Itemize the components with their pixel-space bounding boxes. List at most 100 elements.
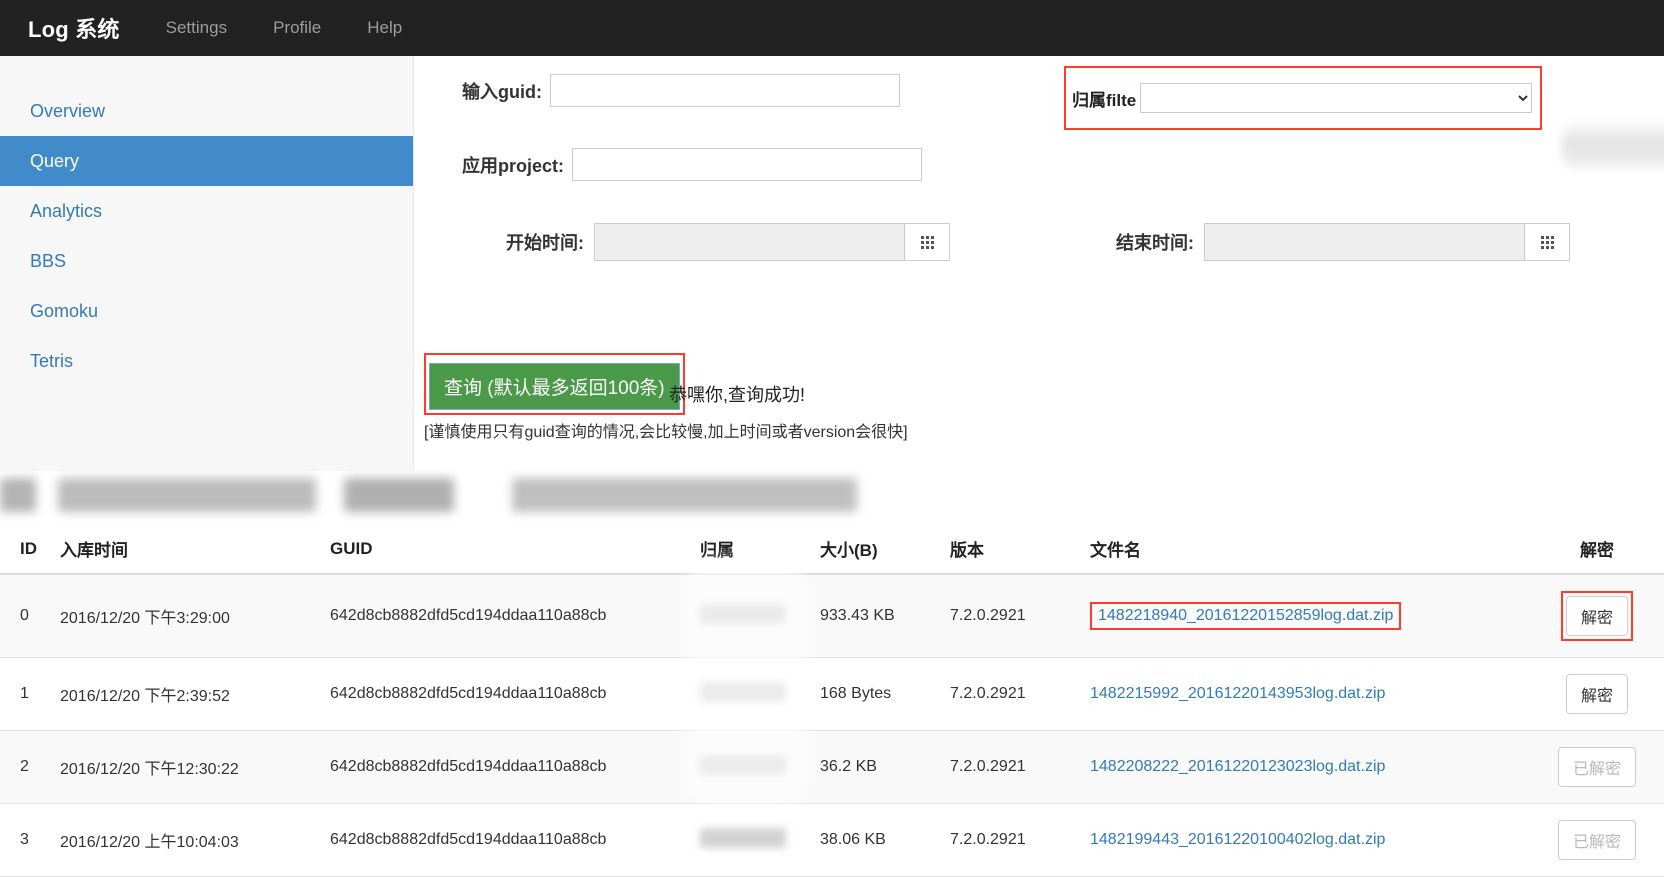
end-time-calendar-button[interactable] — [1524, 223, 1570, 261]
sidebar-item-analytics[interactable]: Analytics — [0, 186, 413, 236]
redacted-owner-value — [700, 681, 786, 702]
end-time-row: 结束时间: — [1074, 223, 1570, 261]
table-header-row: ID 入库时间 GUID 归属 大小(B) 版本 文件名 解密 — [0, 530, 1664, 575]
cell-owner — [700, 803, 820, 877]
cell-guid: 642d8cb8882dfd5cd194ddaa110a88cb — [330, 803, 700, 877]
top-navbar: Log 系统 Settings Profile Help — [0, 0, 1664, 56]
file-download-link[interactable]: 1482215992_20161220143953log.dat.zip — [1090, 685, 1385, 702]
end-time-label: 结束时间: — [1116, 233, 1194, 253]
sidebar-item-tetris[interactable]: Tetris — [0, 336, 413, 386]
cell-version: 7.2.0.2921 — [950, 574, 1090, 658]
redacted-owner-value — [700, 603, 786, 624]
project-label: 应用project: — [461, 155, 564, 176]
file-download-link[interactable]: 1482208222_20161220123023log.dat.zip — [1090, 758, 1385, 775]
end-time-picker — [1204, 223, 1570, 261]
cell-version: 7.2.0.2921 — [950, 730, 1090, 804]
decrypt-button[interactable]: 解密 — [1565, 596, 1628, 636]
guid-input[interactable] — [550, 74, 900, 107]
project-input[interactable] — [572, 148, 922, 181]
header-version[interactable]: 版本 — [950, 530, 1090, 575]
header-guid[interactable]: GUID — [330, 530, 700, 575]
nav-link-settings[interactable]: Settings — [166, 18, 227, 38]
nav-link-profile[interactable]: Profile — [273, 18, 321, 38]
decrypt-button[interactable]: 已解密 — [1557, 820, 1636, 860]
cell-decrypt: 已解密 — [1510, 730, 1664, 804]
header-owner[interactable]: 归属 — [700, 530, 820, 575]
sidebar-item-bbs[interactable]: BBS — [0, 236, 413, 286]
cell-size: 168 Bytes — [820, 657, 950, 731]
cell-time: 2016/12/20 上午10:04:03 — [60, 803, 330, 877]
table-row[interactable]: 2 2016/12/20 下午12:30:22 642d8cb8882dfd5c… — [0, 730, 1664, 804]
cell-guid: 642d8cb8882dfd5cd194ddaa110a88cb — [330, 574, 700, 658]
start-time-calendar-button[interactable] — [904, 223, 950, 261]
header-size[interactable]: 大小(B) — [820, 530, 950, 575]
header-filename[interactable]: 文件名 — [1090, 530, 1510, 575]
table-row[interactable]: 0 2016/12/20 下午3:29:00 642d8cb8882dfd5cd… — [0, 574, 1664, 658]
cell-time: 2016/12/20 下午2:39:52 — [60, 657, 330, 731]
query-button-highlight-box: 查询 (默认最多返回100条) — [424, 353, 685, 415]
filename-highlight-box: 1482218940_20161220152859log.dat.zip — [1090, 602, 1402, 630]
guid-label: 输入guid: — [462, 81, 542, 102]
start-time-input[interactable] — [594, 223, 904, 261]
calendar-icon — [1540, 235, 1554, 249]
decrypt-highlight-box: 解密 — [1560, 591, 1633, 641]
cell-decrypt: 解密 — [1510, 574, 1664, 658]
results-table: ID 入库时间 GUID 归属 大小(B) 版本 文件名 解密 0 2016/1… — [0, 530, 1664, 877]
redacted-banner-strip — [0, 470, 1664, 520]
end-time-input[interactable] — [1204, 223, 1524, 261]
cell-id: 0 — [0, 574, 60, 658]
header-decrypt[interactable]: 解密 — [1510, 530, 1664, 575]
table-row[interactable]: 1 2016/12/20 下午2:39:52 642d8cb8882dfd5cd… — [0, 657, 1664, 731]
project-field-row: 应用project: — [437, 148, 922, 181]
query-form: 输入guid: 应用project: 归属filte 开始时间: 结束时间: 查… — [414, 56, 1664, 471]
cell-filename: 1482215992_20161220143953log.dat.zip — [1090, 657, 1510, 731]
cell-filename: 1482199443_20161220100402log.dat.zip — [1090, 803, 1510, 877]
cell-decrypt: 解密 — [1510, 657, 1664, 731]
redacted-owner-value — [700, 827, 786, 848]
cell-version: 7.2.0.2921 — [950, 657, 1090, 731]
results-table-head: ID 入库时间 GUID 归属 大小(B) 版本 文件名 解密 — [0, 530, 1664, 575]
guid-field-row: 输入guid: — [437, 74, 900, 107]
cell-id: 1 — [0, 657, 60, 731]
owner-filter-label: 归属filte — [1072, 90, 1137, 110]
sidebar-item-query[interactable]: Query — [0, 136, 413, 186]
query-button[interactable]: 查询 (默认最多返回100条) — [429, 363, 680, 410]
decrypt-button[interactable]: 解密 — [1565, 674, 1628, 714]
cell-decrypt: 已解密 — [1510, 803, 1664, 877]
cell-time: 2016/12/20 下午12:30:22 — [60, 730, 330, 804]
cell-owner — [700, 730, 820, 804]
cell-id: 3 — [0, 803, 60, 877]
redacted-owner-value — [700, 754, 786, 775]
cell-filename: 1482208222_20161220123023log.dat.zip — [1090, 730, 1510, 804]
calendar-icon — [920, 235, 934, 249]
results-table-body: 0 2016/12/20 下午3:29:00 642d8cb8882dfd5cd… — [0, 574, 1664, 877]
table-row[interactable]: 3 2016/12/20 上午10:04:03 642d8cb8882dfd5c… — [0, 803, 1664, 877]
results-table-wrap: ID 入库时间 GUID 归属 大小(B) 版本 文件名 解密 0 2016/1… — [0, 530, 1664, 877]
nav-link-help[interactable]: Help — [367, 18, 402, 38]
cell-version: 7.2.0.2921 — [950, 803, 1090, 877]
header-id[interactable]: ID — [0, 530, 60, 575]
cell-guid: 642d8cb8882dfd5cd194ddaa110a88cb — [330, 657, 700, 731]
cell-size: 36.2 KB — [820, 730, 950, 804]
decrypt-button[interactable]: 已解密 — [1557, 747, 1636, 787]
cell-owner — [700, 574, 820, 658]
owner-filter-highlight-box: 归属filte — [1064, 66, 1542, 130]
redaction-overlay-owner-filter — [1562, 122, 1664, 168]
brand-logo[interactable]: Log 系统 — [28, 12, 120, 44]
file-download-link[interactable]: 1482218940_20161220152859log.dat.zip — [1098, 607, 1393, 624]
cell-owner — [700, 657, 820, 731]
owner-filter-select[interactable] — [1140, 83, 1532, 113]
query-hint-message: [谨慎使用只有guid查询的情况,会比较慢,加上时间或者version会很快] — [424, 424, 908, 441]
start-time-picker — [594, 223, 950, 261]
cell-filename: 1482218940_20161220152859log.dat.zip — [1090, 574, 1510, 658]
sidebar-item-gomoku[interactable]: Gomoku — [0, 286, 413, 336]
cell-id: 2 — [0, 730, 60, 804]
header-time[interactable]: 入库时间 — [60, 530, 330, 575]
start-time-label: 开始时间: — [506, 233, 584, 253]
start-time-row: 开始时间: — [464, 223, 950, 261]
sidebar-item-overview[interactable]: Overview — [0, 86, 413, 136]
sidebar-nav: Overview Query Analytics BBS Gomoku Tetr… — [0, 56, 414, 471]
page-layout: Overview Query Analytics BBS Gomoku Tetr… — [0, 56, 1664, 471]
file-download-link[interactable]: 1482199443_20161220100402log.dat.zip — [1090, 831, 1385, 848]
cell-size: 933.43 KB — [820, 574, 950, 658]
